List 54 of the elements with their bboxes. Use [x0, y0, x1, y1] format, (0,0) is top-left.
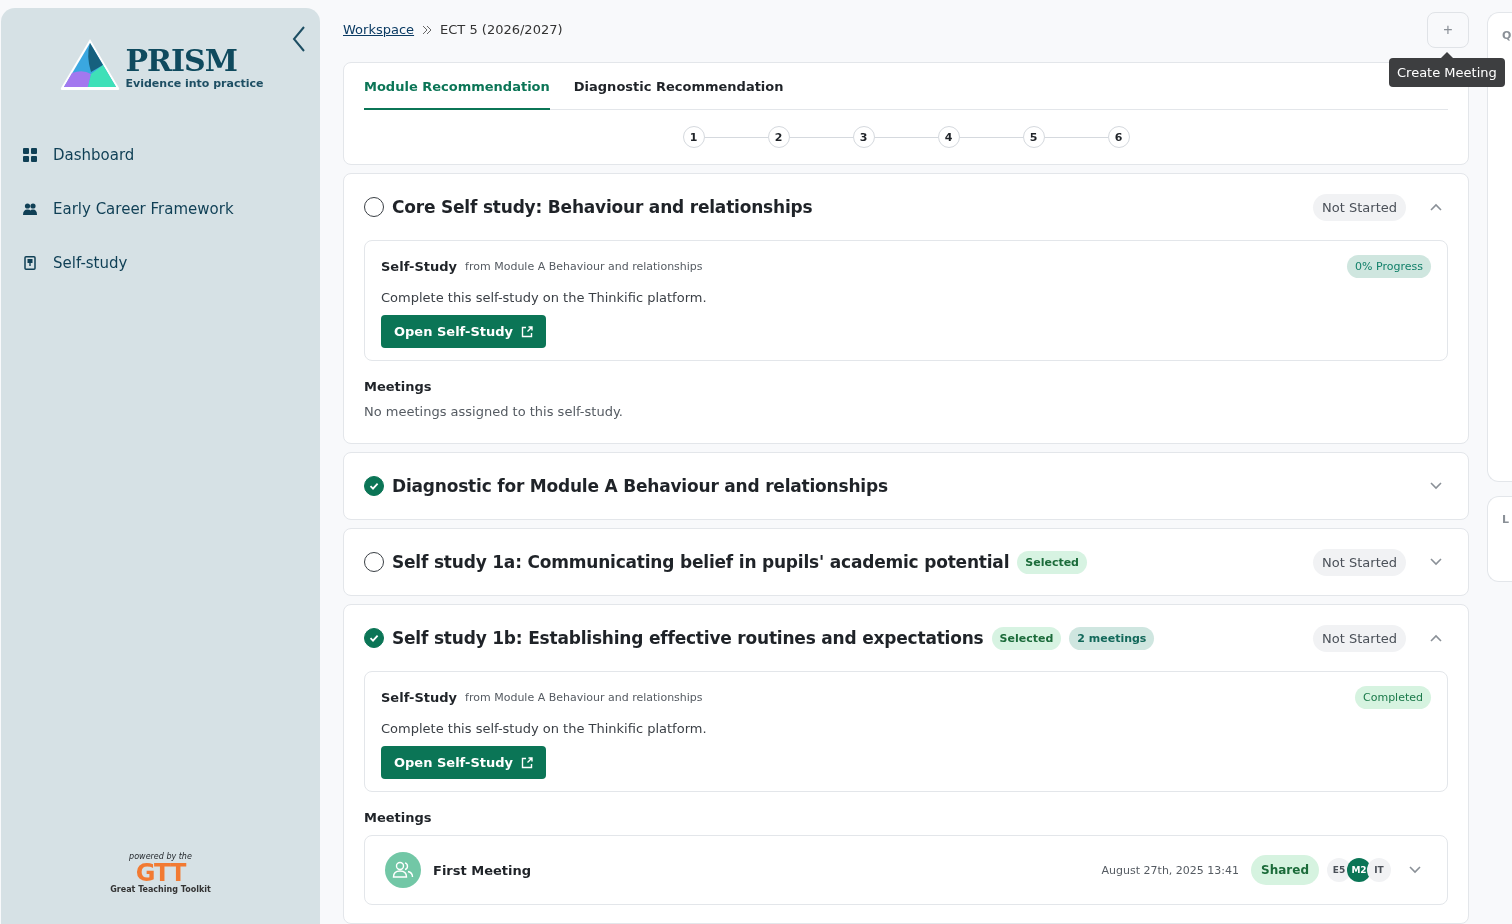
breadcrumb-link[interactable]: Workspace	[343, 22, 415, 37]
nav-item[interactable]: Self-study	[1, 236, 320, 290]
progress-badge: 0% Progress	[1347, 255, 1431, 278]
self-study-description: Complete this self-study on the Thinkific platform.	[381, 721, 708, 736]
self-study-source: from Module A Behaviour and relationships	[465, 691, 703, 704]
selected-badge: Selected	[991, 626, 1062, 650]
avatar: M2	[1347, 858, 1371, 882]
module-title: Core Self study: Behaviour and relationships	[392, 197, 813, 217]
avatar: E5	[1327, 858, 1351, 882]
self-study-description: Complete this self-study on the Thinkific platform.	[381, 290, 708, 305]
chevron-right-icon	[422, 24, 433, 35]
status-badge: Not Started	[1313, 193, 1406, 221]
gtt-name: Great Teaching Toolkit	[110, 885, 211, 894]
grid-icon	[23, 148, 37, 162]
open-self-study-button[interactable]: Open Self-Study	[381, 746, 547, 779]
powered-by-caption: powered by the	[129, 852, 192, 861]
meeting-count-badge: 2 meetings	[1069, 626, 1155, 650]
panel-heading: Q	[1502, 29, 1512, 42]
check-circle-icon[interactable]	[364, 628, 384, 648]
meetings-heading: Meetings	[364, 810, 433, 825]
self-study-label: Self-Study	[381, 259, 458, 274]
external-link-icon	[521, 756, 534, 769]
people-icon	[23, 202, 37, 216]
meetings-heading: Meetings	[364, 379, 433, 394]
open-self-study-button[interactable]: Open Self-Study	[381, 315, 547, 348]
self-study-label: Self-Study	[381, 690, 458, 705]
people-icon	[385, 852, 421, 888]
avatar: IT	[1367, 858, 1391, 882]
panel-heading: L	[1502, 513, 1510, 526]
logo-tagline: Evidence into practice	[125, 77, 264, 90]
book-icon	[23, 256, 37, 270]
tab[interactable]: Diagnostic Recommendation	[573, 75, 784, 110]
nav-item[interactable]: Early Career Framework	[1, 182, 320, 236]
nav-item[interactable]: Dashboard	[1, 128, 320, 182]
gtt-logo-wordmark: GTT	[135, 861, 186, 885]
breadcrumb-current: ECT 5 (2026/2027)	[440, 22, 563, 37]
shared-badge: Shared	[1251, 855, 1319, 885]
empty-meetings-text: No meetings assigned to this self-study.	[364, 404, 624, 421]
module-title: Self study 1b: Establishing effective routines and expectations	[392, 628, 984, 648]
progress-badge: Completed	[1355, 686, 1431, 709]
module-title: Self study 1a: Communicating belief in pupils' academic potential	[392, 552, 1010, 572]
self-study-source: from Module A Behaviour and relationships	[465, 260, 703, 273]
module-title: Diagnostic for Module A Behaviour and relationships	[392, 476, 888, 496]
tab[interactable]: Module Recommendation	[364, 75, 550, 110]
create-meeting-tooltip: Create Meeting	[1389, 52, 1505, 87]
external-link-icon	[521, 325, 534, 338]
status-badge: Not Started	[1313, 624, 1406, 652]
selected-badge: Selected	[1017, 550, 1087, 574]
chevron-left-icon	[292, 26, 306, 52]
status-badge: Not Started	[1313, 548, 1406, 576]
logo-wordmark: PRISM	[125, 45, 238, 77]
meeting-title: First Meeting	[433, 862, 532, 878]
meeting-date: August 27th, 2025 13:41	[1101, 863, 1240, 877]
check-circle-icon[interactable]	[364, 476, 384, 496]
